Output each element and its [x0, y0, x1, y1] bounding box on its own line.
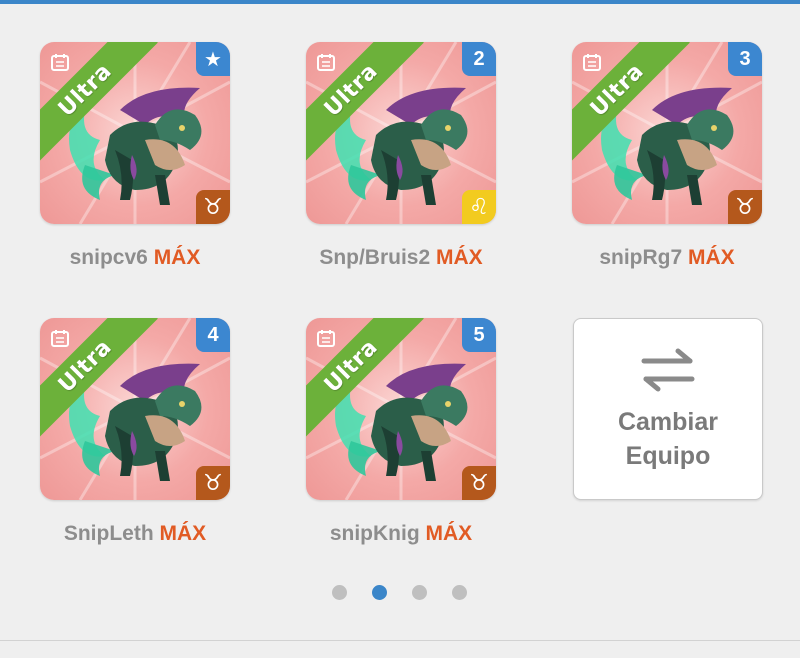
team-slot-2[interactable]: Ultra 2 ♌ Snp/Bruis2 MÁX	[306, 42, 496, 269]
page-dot-2-active[interactable]	[372, 585, 387, 600]
dragon-card[interactable]: Ultra 4 ♉	[40, 318, 230, 500]
top-divider	[0, 0, 800, 4]
max-label: MÁX	[425, 522, 473, 545]
page-dot-1[interactable]	[332, 585, 347, 600]
dragon-card[interactable]: Ultra 3 ♉	[572, 42, 762, 224]
calendar-icon	[51, 54, 69, 71]
dragon-name: snipcv6 MÁX	[69, 246, 201, 269]
page-dot-3[interactable]	[412, 585, 427, 600]
taurus-icon: ♉	[196, 190, 230, 224]
slot-number-badge: 2	[462, 42, 496, 76]
slot-number-badge: 5	[462, 318, 496, 352]
change-team-label: Cambiar Equipo	[617, 408, 719, 470]
slot-number-badge: 3	[728, 42, 762, 76]
max-label: MÁX	[153, 246, 201, 269]
team-slot-1[interactable]: Ultra ★ ♉ snipcv6 MÁX	[40, 42, 230, 269]
team-slot-5[interactable]: Ultra 5 ♉ snipKnig MÁX	[306, 318, 496, 545]
page-dot-4[interactable]	[452, 585, 467, 600]
dragon-name: snipKnig MÁX	[329, 522, 473, 545]
taurus-icon: ♉	[462, 466, 496, 500]
page-indicator	[332, 585, 472, 601]
calendar-icon	[317, 54, 335, 71]
calendar-icon	[51, 330, 69, 347]
dragon-name: Snp/Bruis2 MÁX	[319, 246, 483, 269]
taurus-icon: ♉	[196, 466, 230, 500]
max-label: MÁX	[159, 522, 207, 545]
dragon-card[interactable]: Ultra ★ ♉	[40, 42, 230, 224]
dragon-name: SnipLeth MÁX	[63, 522, 207, 545]
calendar-icon	[583, 54, 601, 71]
dragon-name: snipRg7 MÁX	[599, 246, 735, 269]
slot-number-badge: 4	[196, 318, 230, 352]
max-label: MÁX	[688, 246, 735, 269]
team-slot-3[interactable]: Ultra 3 ♉ snipRg7 MÁX	[572, 42, 762, 269]
calendar-icon	[317, 330, 335, 347]
dragon-card[interactable]: Ultra 5 ♉	[306, 318, 496, 500]
leo-icon: ♌	[462, 190, 496, 224]
taurus-icon: ♉	[728, 190, 762, 224]
bottom-divider	[0, 640, 800, 641]
star-icon: ★	[196, 42, 230, 76]
team-slot-4[interactable]: Ultra 4 ♉ SnipLeth MÁX	[40, 318, 230, 545]
max-label: MÁX	[436, 246, 483, 269]
change-team-button[interactable]: Cambiar Equipo	[573, 318, 763, 500]
dragon-card[interactable]: Ultra 2 ♌	[306, 42, 496, 224]
swap-arrows-icon	[641, 348, 695, 392]
